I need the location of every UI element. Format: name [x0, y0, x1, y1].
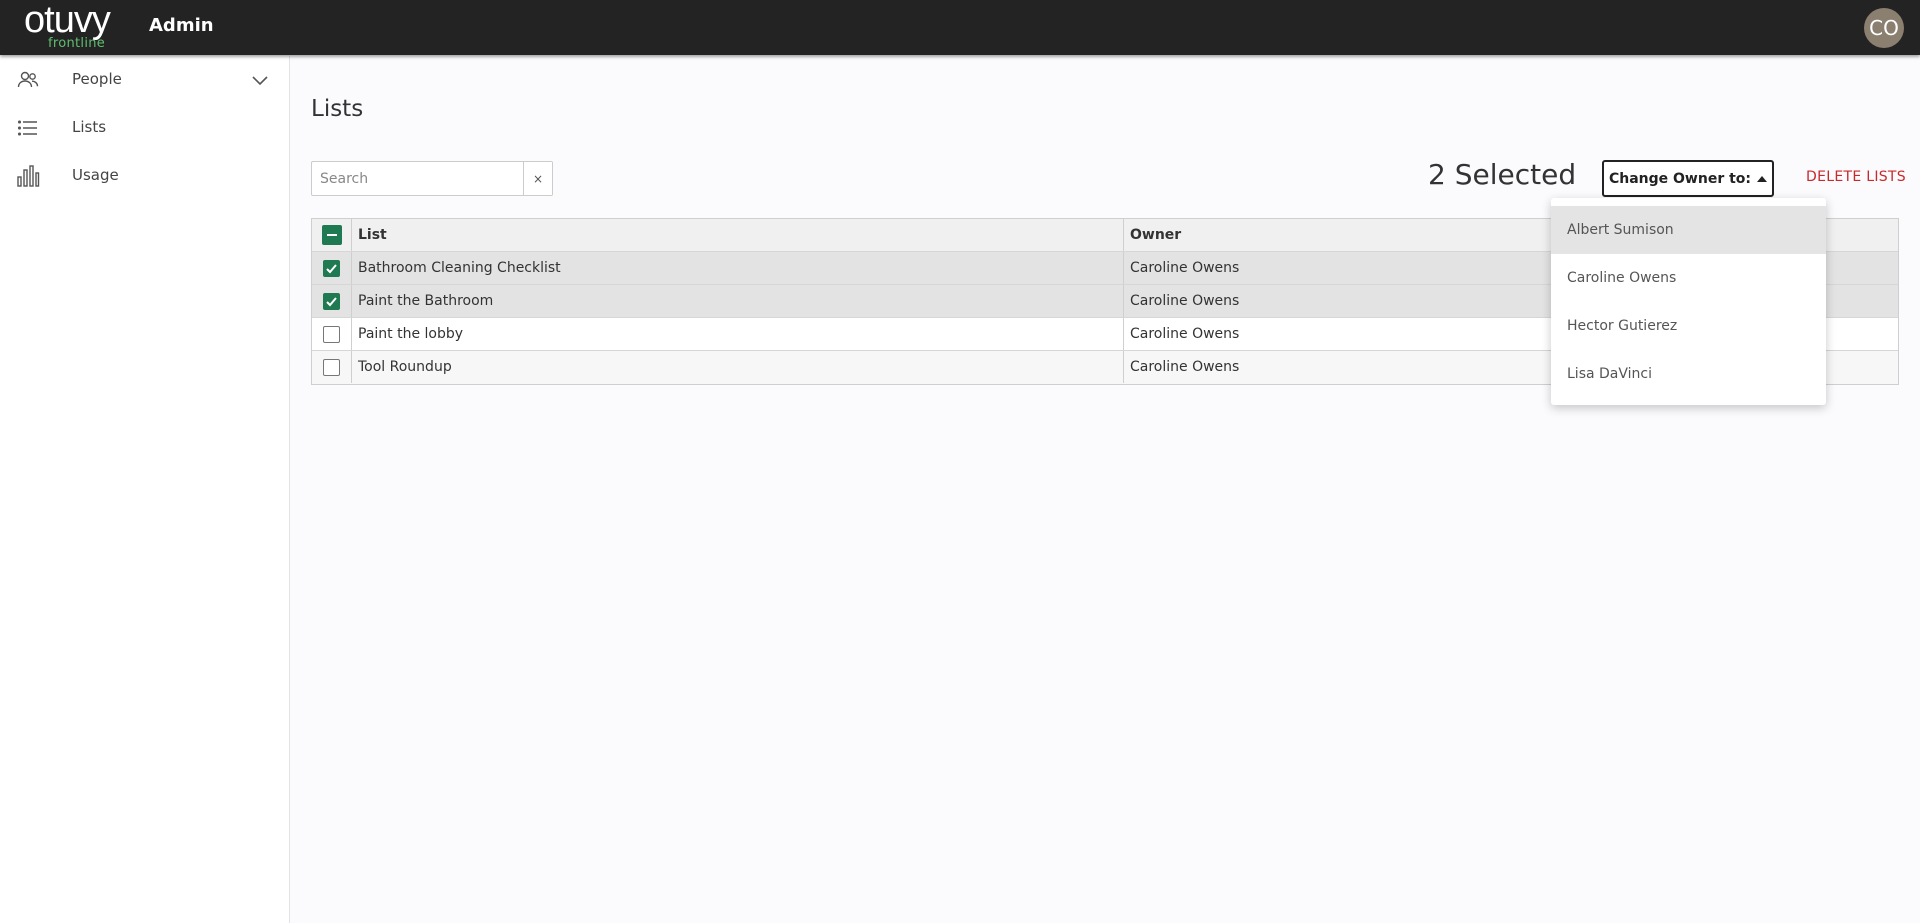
row-checkbox[interactable]: [323, 292, 340, 310]
chevron-down-icon[interactable]: [250, 70, 270, 90]
row-checkbox-cell: [312, 351, 352, 383]
row-checkbox[interactable]: [323, 325, 340, 343]
row-checkbox-cell: [312, 318, 352, 350]
checkmark-icon: [326, 263, 337, 273]
owner-option[interactable]: Lisa DaVinci: [1551, 350, 1826, 398]
delete-lists-button[interactable]: DELETE LISTS: [1806, 169, 1906, 185]
otuvy-logo[interactable]: otuvy frontline: [24, 0, 134, 51]
minus-icon: [326, 234, 337, 236]
top-bar: otuvy frontline Admin CO: [0, 0, 1920, 55]
sidebar-item-lists[interactable]: Lists: [0, 104, 289, 152]
search-box: ×: [311, 161, 553, 196]
change-owner-button[interactable]: Change Owner to:: [1602, 160, 1774, 197]
row-checkbox-cell: [312, 252, 352, 284]
change-owner-label: Change Owner to:: [1608, 170, 1752, 187]
column-header-list[interactable]: List: [352, 219, 1124, 251]
list-name-cell: Bathroom Cleaning Checklist: [352, 252, 1124, 284]
page-title: Lists: [311, 96, 364, 122]
list-icon: [17, 120, 37, 136]
sidebar-item-label: Usage: [72, 166, 119, 184]
sidebar-item-usage[interactable]: Usage: [0, 152, 289, 200]
row-checkbox[interactable]: [323, 259, 340, 277]
checkmark-icon: [326, 296, 337, 306]
owner-dropdown-menu: Albert Sumison Caroline Owens Hector Gut…: [1551, 198, 1826, 405]
header-checkbox-cell: [312, 219, 352, 251]
sidebar-item-label: Lists: [72, 118, 107, 136]
search-clear-button[interactable]: ×: [523, 162, 552, 195]
logo-subtitle: frontline: [48, 36, 106, 51]
search-input[interactable]: [312, 162, 524, 195]
bar-chart-icon: [17, 165, 40, 187]
caret-up-icon: [1757, 175, 1768, 182]
selected-count: 2 Selected: [1428, 158, 1577, 191]
select-all-checkbox[interactable]: [321, 225, 342, 245]
list-name-cell: Paint the Bathroom: [352, 285, 1124, 317]
row-checkbox[interactable]: [323, 358, 340, 376]
user-avatar[interactable]: CO: [1864, 8, 1904, 48]
sidebar: People Lists Usage: [0, 56, 290, 923]
sidebar-item-people[interactable]: People: [0, 56, 289, 104]
people-icon: [17, 71, 39, 88]
list-name-cell: Tool Roundup: [352, 351, 1124, 383]
sidebar-item-label: People: [72, 70, 122, 88]
owner-option[interactable]: Albert Sumison: [1551, 206, 1826, 254]
row-checkbox-cell: [312, 285, 352, 317]
owner-option[interactable]: Caroline Owens: [1551, 254, 1826, 302]
app-title: Admin: [149, 15, 214, 36]
list-name-cell: Paint the lobby: [352, 318, 1124, 350]
owner-option[interactable]: Hector Gutierez: [1551, 302, 1826, 350]
